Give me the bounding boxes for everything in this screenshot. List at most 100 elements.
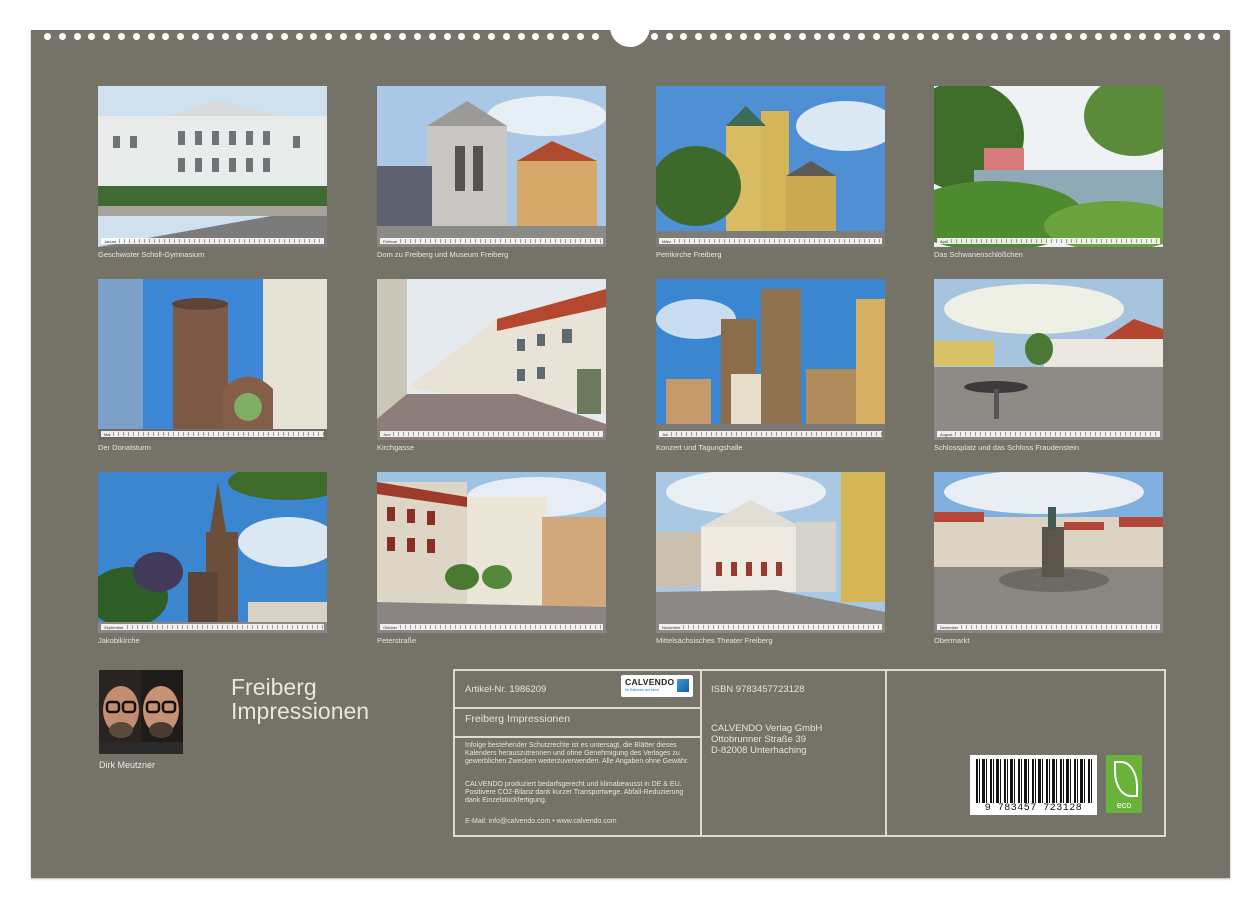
binding-hole <box>295 33 303 40</box>
article-number: Artikel-Nr. 1986209 <box>465 684 547 695</box>
binding-hole <box>502 33 510 40</box>
month-label: Mai <box>104 431 111 437</box>
title-line-2: Impressionen <box>231 698 370 724</box>
binding-hole <box>88 33 96 40</box>
binding-hole <box>1050 33 1058 40</box>
binding-hole <box>532 33 540 40</box>
binding-hole <box>44 33 51 40</box>
binding-hole <box>443 33 451 40</box>
photo-dom: Februar <box>377 86 606 247</box>
contact-email: E-Mail: info@calvendo.com • www.calvendo… <box>465 818 617 825</box>
photo-caption: Mittelsächsisches Theater Freiberg <box>656 636 773 645</box>
binding-hole <box>1183 33 1191 40</box>
binding-hole <box>384 33 392 40</box>
binding-hole <box>340 33 347 40</box>
photo-theater: November <box>656 472 885 633</box>
binding-hole <box>1213 33 1221 40</box>
photo-obermarkt: Dezember <box>934 472 1163 633</box>
binding-hole <box>325 33 333 40</box>
month-label: März <box>662 238 671 244</box>
eco-badge: eco <box>1106 755 1142 813</box>
photo-caption: Schlossplatz und das Schloss Fraudenstei… <box>934 443 1080 452</box>
binding-hole <box>1198 33 1206 40</box>
binding-hole <box>843 33 851 40</box>
isbn-barcode: 9 783457 723128 <box>970 755 1097 815</box>
barcode-number: 9 783457 723128 <box>984 803 1083 814</box>
month-thumbnail-7: Juli Konzert und Tagungshalle <box>656 279 885 452</box>
binding-hole <box>266 33 273 40</box>
month-label: September <box>104 624 124 630</box>
photo-caption: Dom zu Freiberg und Museum Freiberg <box>377 250 509 259</box>
logo-mark-icon <box>677 679 689 692</box>
month-thumbnail-9: September Jakobikirche <box>98 472 327 645</box>
binding-hole <box>858 33 865 40</box>
month-thumbnail-10: Oktober Peterstraße <box>377 472 606 645</box>
binding-hole <box>1035 33 1043 40</box>
binding-hole <box>221 33 229 40</box>
binding-hole <box>665 33 673 40</box>
binding-hole <box>887 33 895 40</box>
photo-caption: Kirchgasse <box>377 443 415 452</box>
binding-hole <box>946 33 954 40</box>
climate-notice: CALVENDO produziert bedarfsgerecht und k… <box>465 781 684 804</box>
calendar-title: Freiberg Impressionen <box>231 675 369 723</box>
binding-hole <box>428 33 436 40</box>
author-portrait <box>99 670 183 754</box>
binding-hole <box>1080 33 1087 40</box>
binding-hole <box>1109 33 1117 40</box>
binding-hole <box>1124 33 1132 40</box>
binding-hole <box>991 33 999 40</box>
binding-hole <box>872 33 880 40</box>
month-thumbnail-3: März Petrikirche Freiberg <box>656 86 885 259</box>
binding-hole <box>488 33 495 40</box>
legal-notice: Infolge bestehender Schutzrechte ist es … <box>465 742 689 765</box>
author-name: Dirk Meutzner <box>99 760 156 770</box>
binding-hole <box>1168 33 1176 40</box>
month-thumbnail-1: Januar Geschwister Scholl-Gymnasium <box>98 86 327 259</box>
photo-donatsturm: Mai <box>98 279 327 440</box>
photo-schlossplatz: August <box>934 279 1163 440</box>
binding-hole <box>932 33 939 40</box>
publisher-name: CALVENDO Verlag GmbH <box>711 723 823 734</box>
binding-hole <box>547 33 555 40</box>
binding-hole <box>961 33 969 40</box>
binding-hole <box>562 33 569 40</box>
month-label: November <box>662 624 681 630</box>
logo-subtitle: Ihr Kalender auf Abruf <box>625 688 660 692</box>
binding-hole <box>917 33 925 40</box>
month-label: April <box>940 238 949 244</box>
binding-hole <box>710 33 717 40</box>
month-thumbnail-8: August Schlossplatz und das Schloss Frau… <box>934 279 1163 452</box>
photo-caption: Petrikirche Freiberg <box>656 250 722 259</box>
binding-hole <box>251 33 259 40</box>
calvendo-logo: CALVENDO Ihr Kalender auf Abruf <box>621 675 693 697</box>
logo-text: CALVENDO <box>625 677 675 687</box>
binding-hole <box>650 33 658 40</box>
binding-hole <box>118 33 125 40</box>
binding-hole <box>976 33 984 40</box>
month-thumbnail-5: Mai Der Donatsturm <box>98 279 327 452</box>
binding-hole <box>813 33 821 40</box>
binding-hole <box>132 33 140 40</box>
binding-hole <box>1094 33 1102 40</box>
binding-hole <box>192 33 199 40</box>
photo-caption: Das Schwanenschlößchen <box>934 250 1023 259</box>
binding-hole <box>310 33 318 40</box>
binding-hole <box>280 33 288 40</box>
binding-hole <box>414 33 421 40</box>
binding-hole <box>1154 33 1161 40</box>
binding-hole <box>206 33 214 40</box>
binding-hole <box>1006 33 1013 40</box>
binding-hole <box>739 33 747 40</box>
photo-kirchgasse: Juni <box>377 279 606 440</box>
photo-gymnasium: Januar <box>98 86 327 247</box>
month-thumbnail-12: Dezember Obermarkt <box>934 472 1163 645</box>
binding-hole <box>724 33 732 40</box>
month-thumbnail-6: Juni Kirchgasse <box>377 279 606 452</box>
binding-hole <box>576 33 584 40</box>
binding-hole <box>591 33 599 40</box>
photo-peterstrasse: Oktober <box>377 472 606 633</box>
month-thumbnail-11: November Mittelsächsisches Theater Freib… <box>656 472 885 645</box>
binding-hole <box>103 33 111 40</box>
binding-hole <box>177 33 185 40</box>
